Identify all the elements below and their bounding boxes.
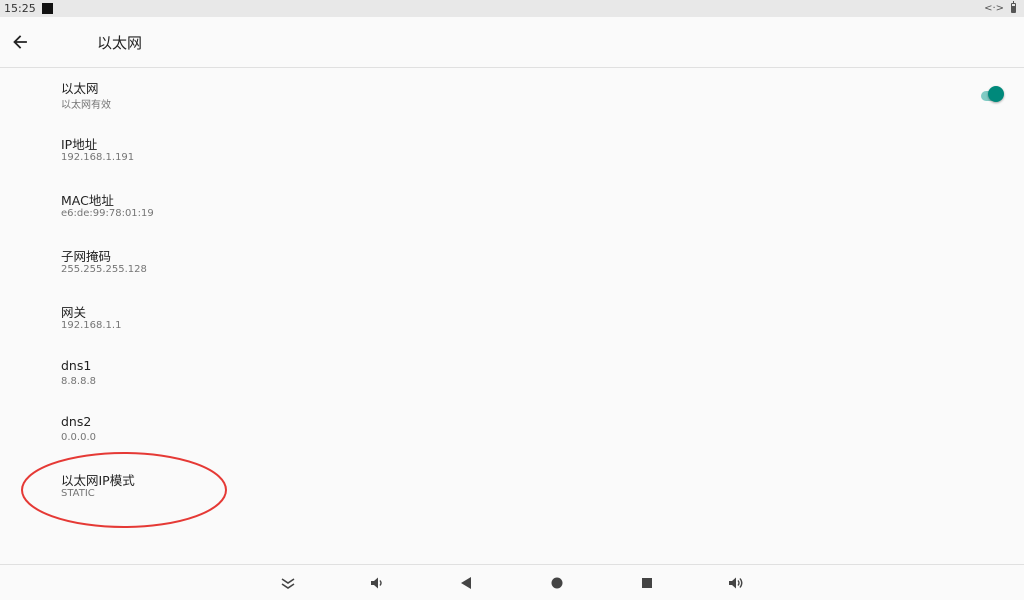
pref-item-dns2[interactable]: dns2 0.0.0.0: [0, 404, 1024, 460]
pref-title: 以太网IP模式: [61, 473, 135, 488]
home-button[interactable]: [544, 570, 570, 596]
notification-icon: [42, 3, 53, 14]
volume-down-button[interactable]: [364, 570, 390, 596]
pref-title: 以太网: [61, 81, 99, 96]
settings-screen: 15:25 <·> 以太网 以太网 以太网有效 IP地址 192.168.1.1…: [0, 0, 1024, 600]
preference-list: 以太网 以太网有效 IP地址 192.168.1.191 MAC地址 e6:de…: [0, 68, 1024, 516]
pref-summary: 8.8.8.8: [61, 376, 96, 387]
pref-item-subnet-mask[interactable]: 子网掩码 255.255.255.128: [0, 236, 1024, 292]
status-bar: 15:25 <·>: [0, 0, 1024, 17]
app-bar: 以太网: [0, 17, 1024, 68]
pref-item-mac-address[interactable]: MAC地址 e6:de:99:78:01:19: [0, 180, 1024, 236]
pref-summary: e6:de:99:78:01:19: [61, 208, 154, 219]
volume-down-icon: [371, 577, 382, 589]
pref-title: dns2: [61, 414, 92, 429]
pref-summary: 0.0.0.0: [61, 432, 96, 443]
pref-item-gateway[interactable]: 网关 192.168.1.1: [0, 292, 1024, 348]
pref-title: dns1: [61, 358, 92, 373]
pref-summary: 192.168.1.191: [61, 152, 135, 163]
collapse-button[interactable]: [275, 570, 301, 596]
pref-item-dns1[interactable]: dns1 8.8.8.8: [0, 348, 1024, 404]
switch-thumb: [988, 86, 1004, 102]
navigation-bar: [0, 564, 1024, 600]
pref-title: MAC地址: [61, 193, 114, 208]
volume-up-button[interactable]: [723, 570, 749, 596]
back-arrow-icon: [13, 35, 27, 49]
nav-back-button[interactable]: [453, 570, 479, 596]
pref-item-ethernet[interactable]: 以太网 以太网有效: [0, 68, 1024, 124]
collapse-icon: [281, 578, 295, 589]
pref-summary: 以太网有效: [61, 100, 111, 111]
ethernet-icon: <·>: [984, 3, 1004, 14]
battery-icon: [1011, 1, 1016, 13]
pref-title: 网关: [61, 305, 87, 320]
pref-item-ip-address[interactable]: IP地址 192.168.1.191: [0, 124, 1024, 180]
recents-icon: [642, 578, 652, 588]
back-button[interactable]: [6, 28, 34, 56]
back-icon: [461, 577, 471, 589]
status-time: 15:25: [4, 2, 36, 15]
pref-title: 子网掩码: [61, 249, 112, 264]
pref-summary: 255.255.255.128: [61, 264, 147, 275]
page-title: 以太网: [97, 34, 143, 52]
pref-title: IP地址: [61, 137, 98, 152]
pref-item-ip-mode[interactable]: 以太网IP模式 STATIC: [0, 460, 1024, 516]
pref-summary: STATIC: [61, 488, 95, 499]
volume-up-icon: [729, 577, 743, 589]
home-icon: [551, 577, 563, 589]
recents-button[interactable]: [634, 570, 660, 596]
ethernet-toggle-switch[interactable]: [981, 86, 1005, 106]
pref-summary: 192.168.1.1: [61, 320, 122, 331]
